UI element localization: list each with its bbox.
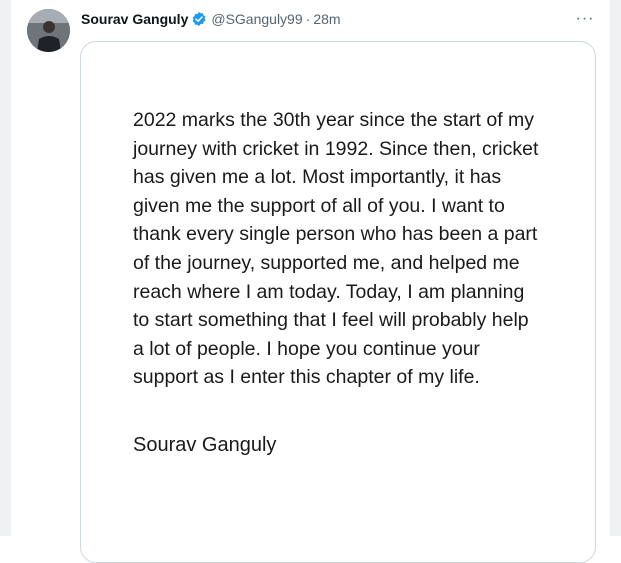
tweet-timestamp[interactable]: 28m xyxy=(313,11,340,27)
statement-signature: Sourav Ganguly xyxy=(133,434,277,456)
statement-text: 2022 marks the 30th year since the start… xyxy=(133,109,539,389)
author-name[interactable]: Sourav Ganguly xyxy=(81,11,188,27)
tweet-card[interactable]: Sourav Ganguly @SGanguly99 · 28m ··· 202… xyxy=(11,0,610,563)
avatar-image xyxy=(27,9,70,52)
avatar[interactable] xyxy=(27,9,70,52)
timeline-background: Sourav Ganguly @SGanguly99 · 28m ··· 202… xyxy=(0,0,621,563)
separator-dot: · xyxy=(305,11,311,27)
author-handle[interactable]: @SGanguly99 xyxy=(211,11,302,27)
verified-badge-icon xyxy=(191,11,207,27)
more-options-icon[interactable]: ··· xyxy=(576,10,594,28)
tweet-header: Sourav Ganguly @SGanguly99 · 28m xyxy=(81,10,341,28)
tweet-image[interactable]: 2022 marks the 30th year since the start… xyxy=(80,41,596,563)
